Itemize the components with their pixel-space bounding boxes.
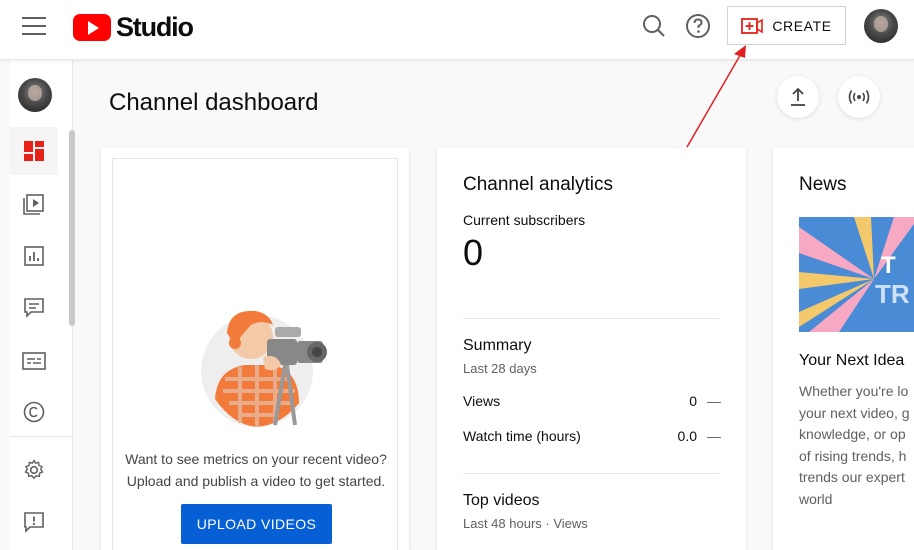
youtube-play-icon bbox=[73, 14, 111, 41]
live-broadcast-icon bbox=[848, 90, 870, 104]
copyright-icon bbox=[23, 401, 45, 423]
analytics-title: Channel analytics bbox=[463, 174, 613, 195]
upload-card-inner: Want to see metrics on your recent video… bbox=[112, 158, 398, 550]
create-label: CREATE bbox=[772, 17, 832, 34]
upload-prompt-line2: Upload and publish a video to get starte… bbox=[126, 473, 386, 489]
upload-icon bbox=[791, 87, 805, 106]
upload-videos-button[interactable]: UPLOAD VIDEOS bbox=[181, 504, 332, 544]
news-body-line: your next video, g bbox=[799, 404, 910, 421]
comments-icon bbox=[24, 298, 44, 318]
news-title: News bbox=[799, 174, 847, 195]
news-image-text-1: T bbox=[881, 252, 896, 279]
video-add-icon bbox=[741, 17, 764, 34]
news-thumbnail[interactable]: T TR bbox=[799, 217, 914, 332]
sidebar-item-content[interactable] bbox=[10, 180, 58, 228]
subscribers-label: Current subscribers bbox=[463, 212, 586, 228]
sidebar-item-subtitles[interactable] bbox=[10, 337, 58, 385]
sidebar-divider bbox=[10, 436, 73, 437]
sidebar-scrollbar[interactable] bbox=[69, 130, 75, 326]
sidebar-item-feedback[interactable] bbox=[10, 498, 58, 546]
summary-period: Last 28 days bbox=[463, 361, 537, 376]
top-header: Studio CREATE bbox=[0, 0, 914, 60]
menu-icon[interactable] bbox=[22, 17, 46, 35]
subscribers-value: 0 bbox=[463, 232, 484, 273]
news-body-line: knowledge, or op bbox=[799, 426, 906, 443]
content-icon bbox=[23, 194, 44, 215]
sidebar-item-comments[interactable] bbox=[10, 284, 58, 332]
upload-button[interactable] bbox=[777, 76, 819, 118]
sidebar bbox=[10, 60, 75, 550]
news-image-text-2: TR bbox=[875, 279, 910, 309]
logo-text: Studio bbox=[116, 12, 194, 42]
upload-card: Want to see metrics on your recent video… bbox=[101, 148, 409, 550]
help-icon[interactable] bbox=[684, 12, 712, 40]
analytics-divider-2 bbox=[463, 473, 719, 474]
analytics-icon bbox=[24, 246, 44, 266]
views-trend: — bbox=[707, 393, 721, 409]
feedback-icon bbox=[24, 512, 44, 533]
news-body-line: of rising trends, h bbox=[799, 447, 907, 464]
watch-time-label: Watch time (hours) bbox=[463, 428, 581, 444]
upload-prompt-line1: Want to see metrics on your recent video… bbox=[125, 451, 387, 467]
sidebar-item-copyright[interactable] bbox=[10, 388, 58, 436]
page-title: Channel dashboard bbox=[109, 89, 319, 116]
summary-title: Summary bbox=[463, 337, 532, 354]
news-body-line: Whether you're lo bbox=[799, 383, 909, 399]
channel-avatar[interactable] bbox=[18, 78, 52, 112]
watch-time-value: 0.0 bbox=[677, 428, 697, 444]
sidebar-item-analytics[interactable] bbox=[10, 232, 58, 280]
news-graphic: T TR bbox=[799, 217, 914, 332]
search-icon[interactable] bbox=[640, 12, 668, 40]
sidebar-item-dashboard[interactable] bbox=[10, 127, 58, 175]
subtitles-icon bbox=[22, 352, 46, 370]
news-body-line: world bbox=[799, 490, 833, 507]
news-body-line: trends our expert bbox=[799, 469, 905, 486]
gear-icon bbox=[24, 459, 44, 480]
cameraman-illustration-icon bbox=[201, 310, 327, 427]
news-headline[interactable]: Your Next Idea bbox=[799, 352, 904, 370]
sidebar-item-settings[interactable] bbox=[10, 446, 58, 494]
youtube-studio-logo[interactable]: Studio bbox=[73, 12, 194, 43]
top-videos-title: Top videos bbox=[463, 492, 540, 509]
dashboard-icon bbox=[24, 141, 44, 161]
analytics-divider bbox=[463, 318, 719, 319]
top-videos-period: Last 48 hours · Views bbox=[463, 516, 588, 531]
news-card: News T TR Your Next Idea Whether you're … bbox=[773, 148, 914, 550]
views-value: 0 bbox=[689, 393, 697, 409]
account-avatar[interactable] bbox=[864, 9, 898, 43]
news-body: Whether you're lo your next video, g kno… bbox=[799, 381, 910, 511]
go-live-button[interactable] bbox=[838, 76, 880, 118]
views-label: Views bbox=[463, 393, 501, 409]
create-button[interactable]: CREATE bbox=[727, 6, 846, 45]
channel-analytics-card: Channel analytics Current subscribers 0 … bbox=[437, 148, 746, 550]
watch-time-trend: — bbox=[707, 428, 721, 444]
